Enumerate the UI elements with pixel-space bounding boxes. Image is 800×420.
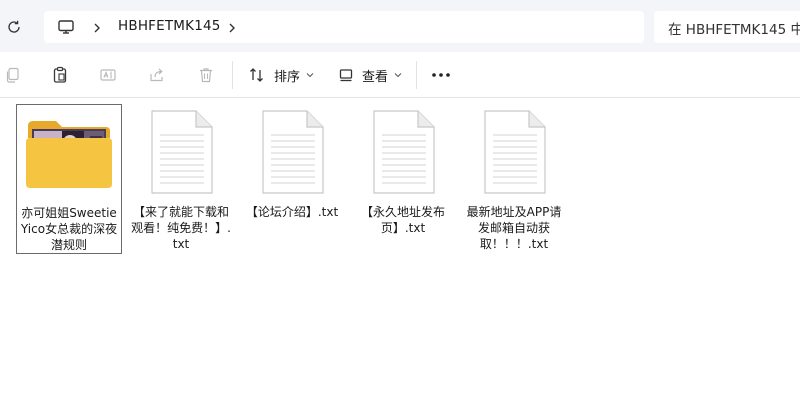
file-name: 【来了就能下载和观看！纯免费！】.txt	[131, 205, 231, 251]
toolbar-divider	[232, 61, 233, 89]
chevron-right-icon[interactable]	[226, 20, 238, 34]
view-label: 查看	[362, 69, 389, 85]
search-input[interactable]: 在 HBHFETMK145 中搜索	[654, 11, 800, 43]
share-icon[interactable]	[147, 65, 167, 85]
file-item-folder[interactable]: 亦可姐姐SweetieYico女总裁的深夜潜规则	[16, 104, 122, 254]
text-file-icon	[151, 110, 213, 194]
toolbar-divider	[416, 61, 417, 89]
file-name: 【永久地址发布页】.txt	[360, 205, 445, 235]
text-file-icon	[484, 110, 546, 194]
file-name: 亦可姐姐SweetieYico女总裁的深夜潜规则	[20, 206, 118, 252]
breadcrumb[interactable]: HBHFETMK145	[44, 11, 644, 43]
file-item-txt[interactable]: 【来了就能下载和观看！纯免费！】.txt	[128, 104, 234, 254]
copy-icon[interactable]	[3, 65, 23, 85]
more-options-icon[interactable]	[431, 65, 451, 85]
sort-icon	[250, 68, 263, 82]
file-item-txt[interactable]: 【永久地址发布页】.txt	[350, 104, 456, 254]
file-name: 【论坛介绍】.txt	[245, 205, 339, 219]
view-icon	[339, 69, 353, 82]
sort-button[interactable]: 排序	[248, 63, 314, 87]
file-item-txt[interactable]: 最新地址及APP请发邮箱自动获取！！！.txt	[461, 104, 567, 254]
sort-label: 排序	[274, 69, 301, 85]
folder-icon	[26, 121, 112, 188]
file-name: 最新地址及APP请发邮箱自动获取！！！.txt	[466, 205, 562, 251]
delete-icon[interactable]	[196, 65, 216, 85]
this-pc-icon[interactable]	[57, 18, 75, 36]
breadcrumb-item-folder[interactable]: HBHFETMK145	[118, 18, 221, 34]
address-bar: HBHFETMK145 在 HBHFETMK145 中搜索	[0, 0, 800, 52]
file-grid: 亦可姐姐SweetieYico女总裁的深夜潜规则 【来了就能下载和观看！纯免费！…	[0, 98, 800, 420]
file-item-txt[interactable]: 【论坛介绍】.txt	[239, 104, 345, 254]
text-file-icon	[262, 110, 324, 194]
text-file-icon	[373, 110, 435, 194]
refresh-icon[interactable]	[4, 17, 24, 37]
rename-icon[interactable]	[98, 65, 118, 85]
paste-icon[interactable]	[50, 65, 70, 85]
chevron-down-icon	[306, 73, 314, 78]
view-button[interactable]: 查看	[338, 63, 402, 87]
chevron-down-icon	[394, 73, 402, 78]
search-placeholder: 在 HBHFETMK145 中搜索	[668, 22, 800, 38]
command-bar: 排序 查看	[0, 52, 800, 98]
chevron-right-icon[interactable]	[91, 20, 103, 34]
